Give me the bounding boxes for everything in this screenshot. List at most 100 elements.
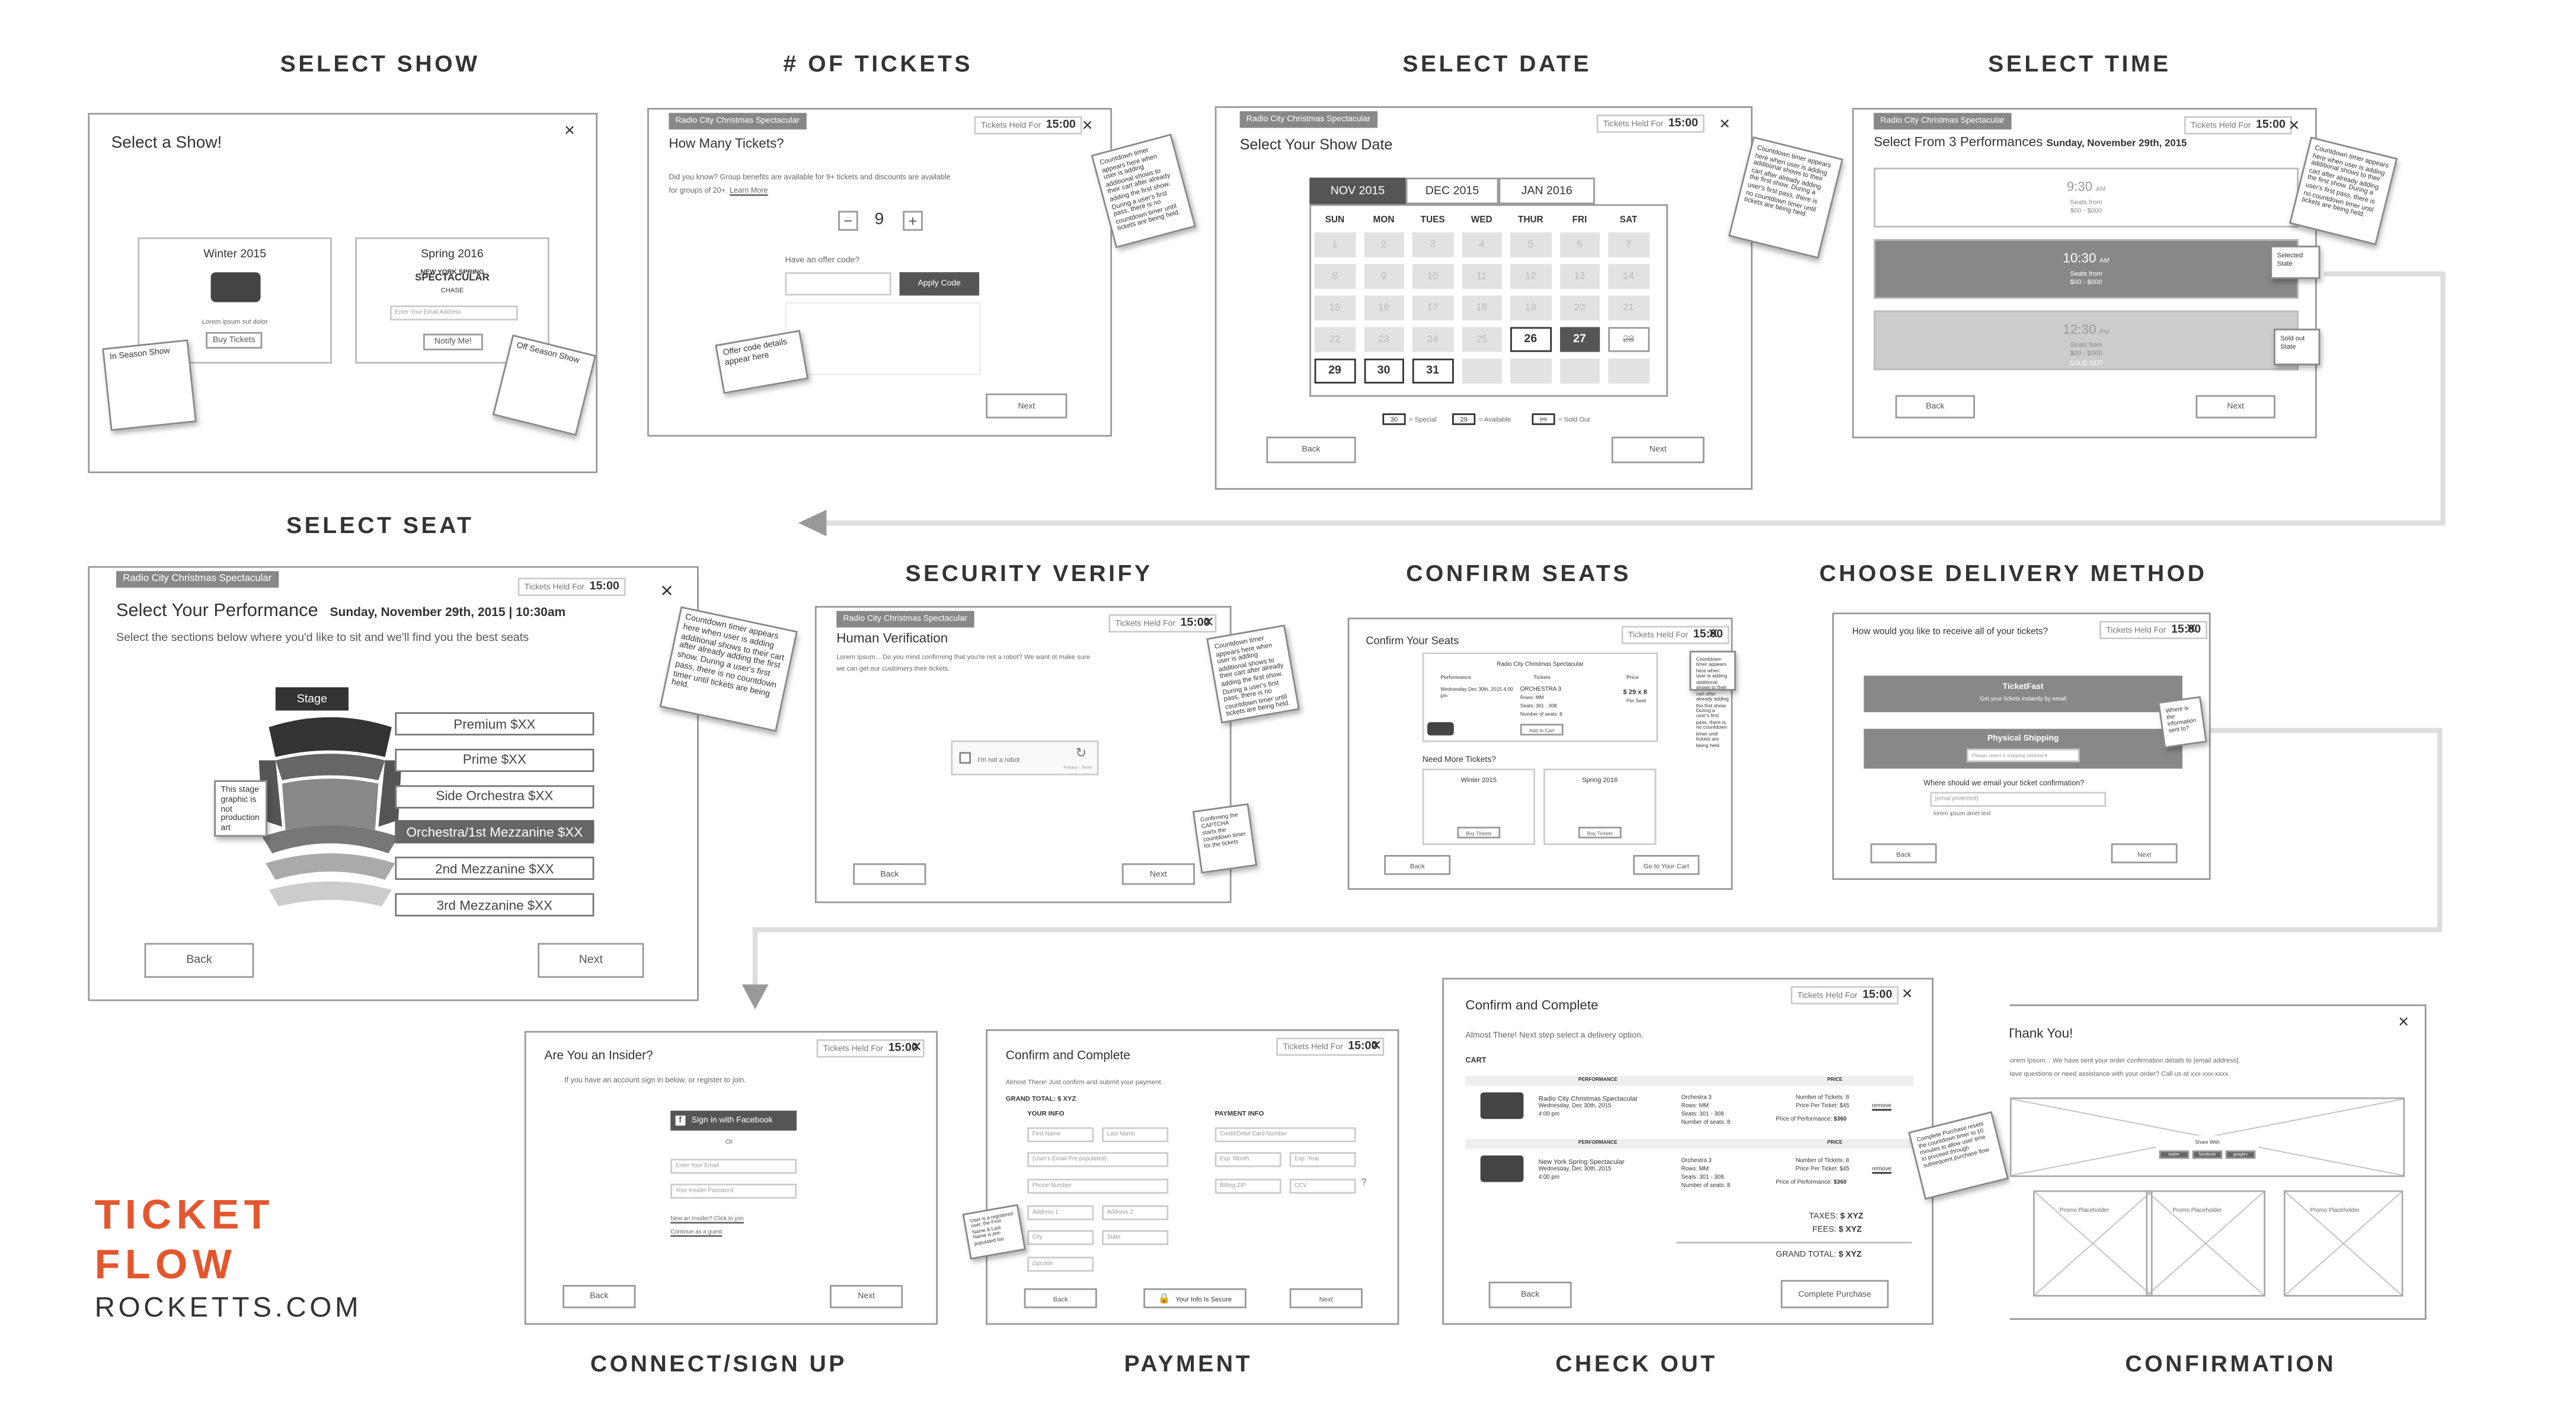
next-button[interactable]: Next (538, 943, 644, 978)
date-cell[interactable]: 31 (1412, 358, 1453, 384)
buy-tickets-button[interactable]: Buy Tickets (1578, 827, 1622, 838)
city-field[interactable]: City (1027, 1230, 1094, 1245)
close-icon[interactable]: × (564, 122, 575, 141)
help-icon[interactable]: ? (1361, 1179, 1366, 1189)
twitter-button[interactable]: twitter (2159, 1150, 2190, 1159)
next-button[interactable]: Next (830, 1285, 903, 1309)
billing-zip-field[interactable]: Billing ZIP (1215, 1179, 1281, 1194)
next-button[interactable]: Next (2111, 843, 2178, 863)
close-icon[interactable]: × (2289, 117, 2299, 136)
facebook-button[interactable]: facebook (2192, 1150, 2223, 1159)
address2-field[interactable]: Address 2 (1102, 1205, 1169, 1220)
performance-slot[interactable]: 10:30 AM Seats from $00 - $000 (1874, 239, 2299, 299)
plus-button[interactable]: + (903, 210, 923, 231)
guest-link[interactable]: Continue as a guest (670, 1229, 722, 1235)
weekday-1: MON (1373, 216, 1395, 226)
close-icon[interactable]: × (1708, 625, 1718, 645)
back-button[interactable]: Back (1895, 395, 1975, 419)
last-name-field[interactable]: Last Name (1102, 1127, 1169, 1143)
seat-section-option[interactable]: 2nd Mezzanine $XX (395, 857, 595, 880)
seat-section-option[interactable]: 3rd Mezzanine $XX (395, 893, 595, 917)
remove-link[interactable]: remove (1872, 1166, 1891, 1172)
add-to-cart-button[interactable]: Add to Cart (1520, 723, 1564, 736)
tab-jan[interactable]: JAN 2016 (1498, 177, 1595, 205)
date-cell[interactable]: 29 (1314, 358, 1356, 384)
back-button[interactable]: Back (1488, 1281, 1572, 1309)
close-icon[interactable]: × (1082, 117, 1093, 136)
back-button[interactable]: Back (562, 1285, 636, 1309)
offer-code-input[interactable] (785, 272, 891, 296)
next-button[interactable]: Next (1289, 1288, 1363, 1309)
date-cell: 18 (1461, 295, 1502, 321)
apply-code-button[interactable]: Apply Code (899, 272, 979, 296)
seat-section-option[interactable]: Side Orchestra $XX (395, 784, 595, 808)
section-rear[interactable] (269, 881, 392, 907)
remove-link[interactable]: remove (1872, 1102, 1891, 1109)
date-cell[interactable]: 27 (1559, 327, 1600, 352)
buy-tickets-button[interactable]: Buy Tickets (1457, 827, 1501, 838)
section-premium[interactable] (269, 717, 392, 757)
email-field[interactable]: Enter Your Email Address (390, 305, 518, 321)
address1-field[interactable]: Address 1 (1027, 1205, 1094, 1220)
close-icon[interactable]: × (1902, 985, 1913, 1004)
card-number-field[interactable]: Credit/Debit Card Number (1215, 1127, 1356, 1143)
robot-checkbox[interactable] (959, 752, 971, 764)
privacy-terms[interactable]: Privacy - Terms (1064, 765, 1092, 770)
learn-more-link[interactable]: Learn More (730, 186, 768, 194)
first-name-field[interactable]: First Name (1027, 1127, 1094, 1143)
zip-field[interactable]: Zipcode (1027, 1256, 1094, 1272)
notify-me-button[interactable]: Notify Me! (423, 333, 483, 350)
tab-dec[interactable]: DEC 2015 (1405, 177, 1499, 205)
date-cell: 14 (1608, 264, 1649, 289)
phone-field[interactable]: Phone Number (1027, 1179, 1169, 1194)
exp-month-select[interactable]: Exp. Month (1215, 1152, 1281, 1167)
ticket-count[interactable]: 9 (875, 211, 884, 229)
join-link[interactable]: New an Insider? Click to join (670, 1215, 744, 1222)
complete-purchase-button[interactable]: Complete Purchase (1781, 1280, 1889, 1309)
back-button[interactable]: Back (1870, 843, 1937, 863)
back-button[interactable]: Back (853, 863, 926, 885)
seat-section-option[interactable]: Orchestra/1st Mezzanine $XX (395, 821, 595, 844)
minus-button[interactable]: − (838, 210, 858, 231)
date-cell[interactable]: 26 (1510, 327, 1551, 352)
back-button[interactable]: Back (1384, 855, 1451, 875)
section-orchestra[interactable] (282, 778, 379, 830)
exp-year-select[interactable]: Exp. Year (1289, 1152, 1356, 1167)
tab-nov[interactable]: NOV 2015 (1309, 177, 1406, 205)
shipping-option[interactable]: Physical Shipping Please select a shippi… (1864, 729, 2182, 769)
back-button[interactable]: Back (1024, 1288, 1097, 1309)
close-icon[interactable]: × (1203, 614, 1214, 633)
next-button[interactable]: Next (1611, 436, 1705, 464)
seat-section-option[interactable]: Prime $XX (395, 748, 595, 772)
close-icon[interactable]: × (1720, 116, 1730, 135)
buy-tickets-button[interactable]: Buy Tickets (206, 332, 263, 349)
go-to-cart-button[interactable]: Go to Your Cart (1633, 855, 1700, 875)
section-3rd[interactable] (266, 853, 395, 880)
close-icon[interactable]: × (911, 1038, 922, 1058)
next-button[interactable]: Next (986, 393, 1068, 419)
next-button[interactable]: Next (1121, 863, 1195, 885)
back-button[interactable]: Back (1266, 436, 1356, 464)
close-icon[interactable]: × (660, 579, 673, 601)
seat-section-option[interactable]: Premium $XX (395, 712, 595, 736)
password-field[interactable]: Your Insider Password (670, 1183, 797, 1199)
performance-slot[interactable]: 9:30 AM Seats from $00 - $000 (1874, 167, 2299, 228)
email-field[interactable]: (User's Email Pre-populated) (1027, 1152, 1169, 1167)
date-cell[interactable]: 30 (1363, 358, 1404, 384)
back-button[interactable]: Back (144, 943, 254, 978)
email-field[interactable]: Enter Your Email (670, 1159, 797, 1174)
section-2nd[interactable] (262, 825, 398, 854)
ccv-field[interactable]: CCV (1289, 1179, 1356, 1194)
next-button[interactable]: Next (2195, 395, 2275, 419)
ticketfast-option[interactable]: TicketFast Get your tickets instantly by… (1864, 675, 2182, 713)
section-prime[interactable] (275, 754, 385, 780)
shipping-method-select[interactable]: Please select a shipping method ▾ (1967, 748, 2080, 762)
close-icon[interactable]: × (1371, 1037, 1382, 1056)
close-icon[interactable]: × (2186, 620, 2197, 639)
close-icon[interactable]: × (2398, 1013, 2409, 1033)
spring-logo-3: CHASE (440, 285, 464, 294)
email-input[interactable]: [email protected] (1930, 792, 2107, 807)
google+-button[interactable]: google+ (2225, 1150, 2256, 1159)
state-field[interactable]: State (1102, 1230, 1169, 1245)
facebook-signin-button[interactable]: f Sign in with Facebook (670, 1111, 797, 1131)
